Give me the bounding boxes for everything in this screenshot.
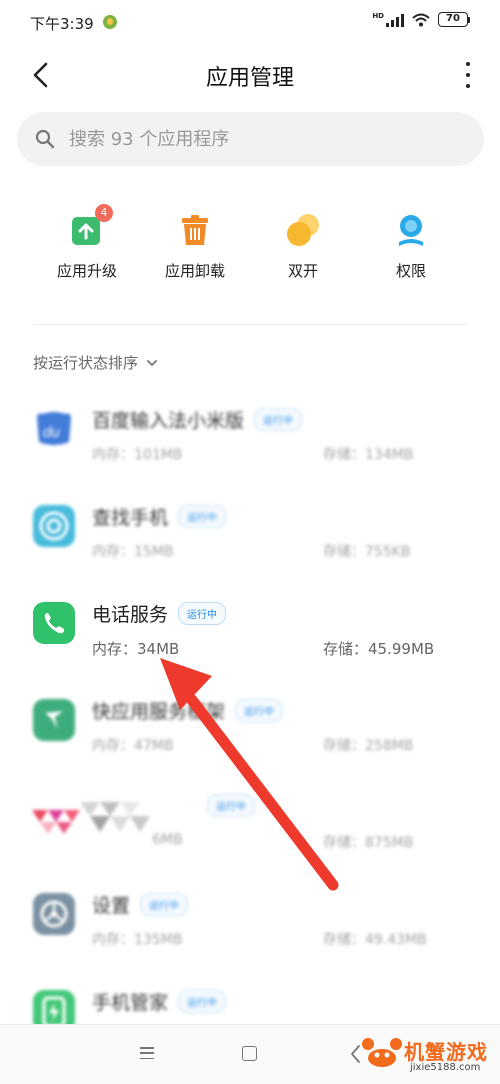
dual-app-icon — [285, 212, 321, 248]
app-upgrade-label: 应用升级 — [56, 262, 117, 280]
search-icon — [35, 129, 55, 149]
divider — [33, 324, 468, 325]
storage-usage: 存储：875MB — [323, 835, 414, 851]
hd-label: HD — [372, 11, 384, 20]
permissions-button[interactable]: 权限 — [357, 212, 465, 281]
trash-icon — [177, 212, 213, 248]
phone-icon — [33, 602, 75, 644]
baidu-input-icon: du — [33, 408, 75, 450]
status-right: HD 70 — [372, 12, 470, 27]
watermark-url: jixie5188.com — [410, 1062, 481, 1073]
more-options-icon[interactable] — [464, 62, 472, 88]
signal-icon — [386, 13, 404, 27]
wifi-icon — [412, 13, 430, 26]
svg-text:du: du — [43, 424, 60, 441]
app-list: du 百度输入法小米版 运行中 内存：101MB 存储：134MB 查找手机 运… — [0, 398, 500, 1077]
permission-icon — [393, 212, 429, 248]
recent-apps-button[interactable] — [140, 1047, 154, 1059]
sort-label: 按运行状态排序 — [33, 354, 139, 372]
running-badge: 运行中 — [178, 505, 227, 528]
crab-logo-icon — [362, 1038, 402, 1067]
list-item[interactable]: 查找手机 运行中 内存：15MB 存储：755KB — [0, 495, 500, 592]
dual-apps-label: 双开 — [287, 262, 318, 280]
memory-usage: 6MB — [152, 832, 183, 848]
watermark-title: 机蟹游戏 — [404, 1040, 488, 1064]
app-uninstall-label: 应用卸载 — [164, 262, 225, 280]
storage-usage: 存储：258MB — [323, 738, 414, 754]
permissions-label: 权限 — [395, 262, 426, 280]
page-title: 应用管理 — [205, 66, 294, 91]
list-item[interactable]: 电话服务 运行中 内存：34MB 存储：45.99MB — [0, 592, 500, 689]
app-upgrade-button[interactable]: 4 应用升级 — [33, 204, 141, 281]
memory-usage: 内存：15MB — [92, 544, 174, 560]
app-name: 设置 — [92, 895, 131, 917]
list-item[interactable]: 设置 运行中 内存：135MB 存储：49.43MB — [0, 883, 500, 980]
upgrade-icon: 4 — [69, 204, 113, 248]
quick-actions: 4 应用升级 应用卸载 双开 权限 — [0, 204, 500, 281]
list-item[interactable]: 运行中 6MB 存储：875MB — [0, 786, 500, 883]
list-item[interactable]: 快应用服务框架 运行中 内存：47MB 存储：258MB — [0, 689, 500, 786]
settings-icon — [33, 893, 75, 935]
app-uninstall-button[interactable]: 应用卸载 — [141, 212, 249, 281]
storage-usage: 存储：49.43MB — [323, 932, 427, 948]
app-name: 百度输入法小米版 — [92, 410, 245, 432]
storage-usage: 存储：45.99MB — [323, 640, 435, 658]
running-badge: 运行中 — [235, 699, 284, 722]
search-bar[interactable] — [17, 112, 484, 166]
memory-usage: 内存：34MB — [92, 640, 180, 658]
header: 应用管理 — [0, 50, 500, 100]
home-button[interactable] — [242, 1046, 257, 1061]
app-name: 快应用服务框架 — [92, 701, 226, 723]
running-badge: 运行中 — [178, 602, 227, 625]
app-name: 电话服务 — [92, 604, 169, 626]
watermark: 机蟹游戏 jixie5188.com — [360, 1034, 496, 1078]
app-name: 手机管家 — [92, 992, 169, 1014]
battery-icon: 70 — [438, 12, 470, 27]
status-bar: 下午3:39 HD 70 — [0, 0, 500, 44]
running-badge: 运行中 — [207, 794, 255, 817]
chevron-down-icon — [147, 359, 157, 366]
memory-usage: 内存：135MB — [92, 932, 183, 948]
find-phone-icon — [33, 505, 75, 547]
notification-app-icon — [103, 15, 117, 29]
battery-level: 70 — [438, 12, 468, 27]
running-badge: 运行中 — [140, 893, 189, 916]
quick-app-icon — [33, 699, 75, 741]
memory-usage: 内存：101MB — [92, 447, 183, 463]
sort-dropdown[interactable]: 按运行状态排序 — [33, 352, 158, 373]
dual-apps-button[interactable]: 双开 — [249, 212, 357, 281]
memory-usage: 内存：47MB — [92, 738, 174, 754]
status-time: 下午3:39 — [30, 15, 94, 33]
running-badge: 运行中 — [254, 408, 303, 431]
storage-usage: 存储：134MB — [323, 447, 414, 463]
storage-usage: 存储：755KB — [323, 544, 411, 560]
app-name: 查找手机 — [92, 507, 169, 529]
search-input[interactable] — [69, 128, 429, 150]
running-badge: 运行中 — [178, 990, 227, 1013]
list-item[interactable]: du 百度输入法小米版 运行中 内存：101MB 存储：134MB — [0, 398, 500, 495]
update-count-badge: 4 — [95, 204, 113, 222]
